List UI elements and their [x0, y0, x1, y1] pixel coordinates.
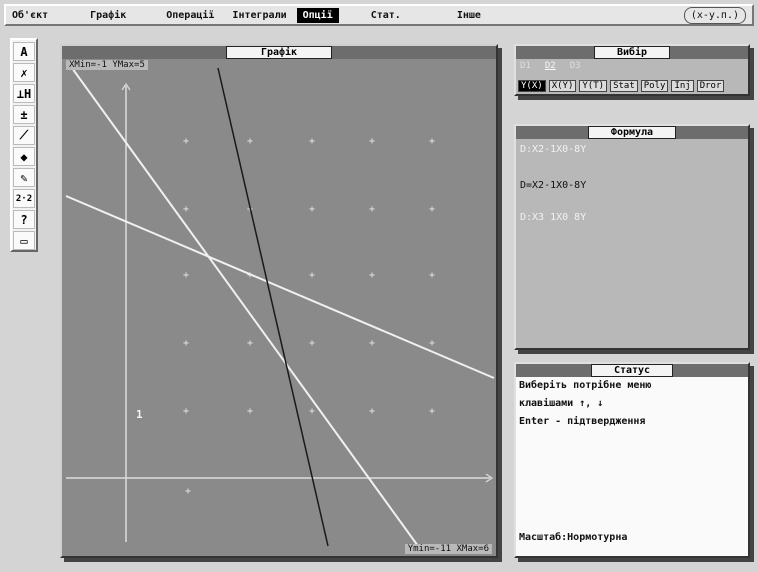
grid-marker: +: [369, 136, 375, 147]
choice-panel: Вибір D1 D2 D3 Y(X) X(Y) Y(T) Stat Poly Inj Dr…: [514, 44, 750, 96]
grid-marker: +: [429, 406, 435, 417]
grid-marker: +: [247, 136, 253, 147]
grid-marker: +: [247, 338, 253, 349]
formula-panel: Формула D:X2-1X0-8Y D=X2-1X0-8Y D:X3 1X0 8…: [514, 124, 750, 350]
text-tool-icon[interactable]: A: [13, 42, 35, 61]
bottom-readout: Ymin=-11 XMax=6: [404, 544, 492, 554]
grid-marker: +: [247, 406, 253, 417]
choice-buttons: Y(X) X(Y) Y(T) Stat Poly Inj Dror: [518, 80, 746, 92]
grid-marker: +: [429, 136, 435, 147]
grid-marker: +: [183, 406, 189, 417]
choice-button-dror[interactable]: Dror: [696, 80, 725, 92]
choice-button-stat[interactable]: Stat: [610, 80, 638, 92]
tab-d2[interactable]: D2: [545, 61, 556, 71]
graph-title: Графік: [225, 46, 333, 59]
menu-coord-mode[interactable]: (х-у.п.): [683, 6, 746, 24]
tab-d1[interactable]: D1: [520, 61, 531, 71]
menu-object[interactable]: Об'єкт: [6, 8, 54, 23]
formula-line-2[interactable]: D=X2-1X0-8Y: [520, 180, 586, 191]
grid-marker: +: [183, 136, 189, 147]
menu-graph[interactable]: Графік: [84, 8, 132, 23]
grid-marker: +: [309, 270, 315, 281]
grid-marker: +: [183, 338, 189, 349]
status-line-3: Enter - підтвердження: [519, 416, 646, 427]
keyboard-icon[interactable]: ▭: [13, 231, 35, 250]
grid-marker: +: [369, 406, 375, 417]
status-panel: Статус Виберіть потрібне меню клавішами …: [514, 362, 750, 558]
tool-palette: A ✗ ⊥H ± ⟋ ◆ ✎ 2·2? ▭: [10, 38, 38, 252]
help-icon[interactable]: ?: [13, 210, 35, 229]
choice-titlebar[interactable]: Вибір: [516, 46, 748, 59]
grid-marker: +: [309, 406, 315, 417]
choice-button-xy[interactable]: X(Y): [548, 80, 577, 92]
status-line-1: Виберіть потрібне меню: [519, 380, 652, 391]
grid-marker: +: [429, 270, 435, 281]
axis-tool-icon[interactable]: ±: [13, 105, 35, 124]
plot-area[interactable]: ++++++++++++++++++++++++++1: [62, 46, 496, 556]
status-line-2: клавішами ↑, ↓: [519, 398, 604, 409]
status-titlebar[interactable]: Статус: [516, 364, 748, 377]
pencil-tool-icon[interactable]: ✎: [13, 168, 35, 187]
menu-operations[interactable]: Операції: [160, 8, 220, 23]
menu-bar: Об'єкт Графік Операції Інтеграли Опції С…: [4, 4, 754, 26]
graph-window: ++++++++++++++++++++++++++1 Графік ХMin=…: [60, 44, 498, 558]
grid-marker: +: [429, 204, 435, 215]
point-tool-icon[interactable]: ✗: [13, 63, 35, 82]
plot-background: [62, 59, 496, 556]
menu-stat[interactable]: Стат.: [365, 8, 407, 23]
top-readout: ХMin=-1 YMax=5: [66, 60, 148, 70]
fill-tool-icon[interactable]: ◆: [13, 147, 35, 166]
menu-options[interactable]: Опції: [296, 7, 339, 23]
angle-tool-icon[interactable]: ⟋: [13, 126, 35, 145]
grid-marker: +: [369, 270, 375, 281]
formula-titlebar[interactable]: Формула: [516, 126, 748, 139]
scale-tool-icon[interactable]: 2·2: [13, 189, 35, 208]
menu-other[interactable]: Інше: [451, 8, 487, 23]
axis-unit-label: 1: [136, 408, 143, 421]
grid-marker: +: [309, 338, 315, 349]
grid-marker: +: [185, 486, 191, 497]
status-title: Статус: [590, 364, 674, 377]
choice-button-inj[interactable]: Inj: [671, 80, 694, 92]
formula-line-3[interactable]: D:X3 1X0 8Y: [520, 212, 586, 223]
graph-titlebar[interactable]: Графік: [62, 46, 496, 59]
grid-marker: +: [369, 204, 375, 215]
status-footer: Масштаб:Нормотурна: [519, 532, 628, 543]
grid-marker: +: [309, 204, 315, 215]
menu-integrals[interactable]: Інтеграли: [226, 8, 292, 23]
grid-marker: +: [369, 338, 375, 349]
choice-tabs: D1 D2 D3: [520, 61, 581, 71]
formula-line-1[interactable]: D:X2-1X0-8Y: [520, 144, 586, 155]
grid-marker: +: [183, 270, 189, 281]
choice-title: Вибір: [593, 46, 671, 59]
choice-button-poly[interactable]: Poly: [640, 80, 669, 92]
grid-marker: +: [309, 136, 315, 147]
grid-marker: +: [429, 338, 435, 349]
grid-marker: +: [183, 204, 189, 215]
choice-button-yx[interactable]: Y(X): [518, 80, 546, 92]
perpendicular-tool-icon[interactable]: ⊥H: [13, 84, 35, 103]
formula-title: Формула: [587, 126, 677, 139]
tab-d3[interactable]: D3: [570, 61, 581, 71]
choice-button-yt[interactable]: Y(T): [579, 80, 608, 92]
